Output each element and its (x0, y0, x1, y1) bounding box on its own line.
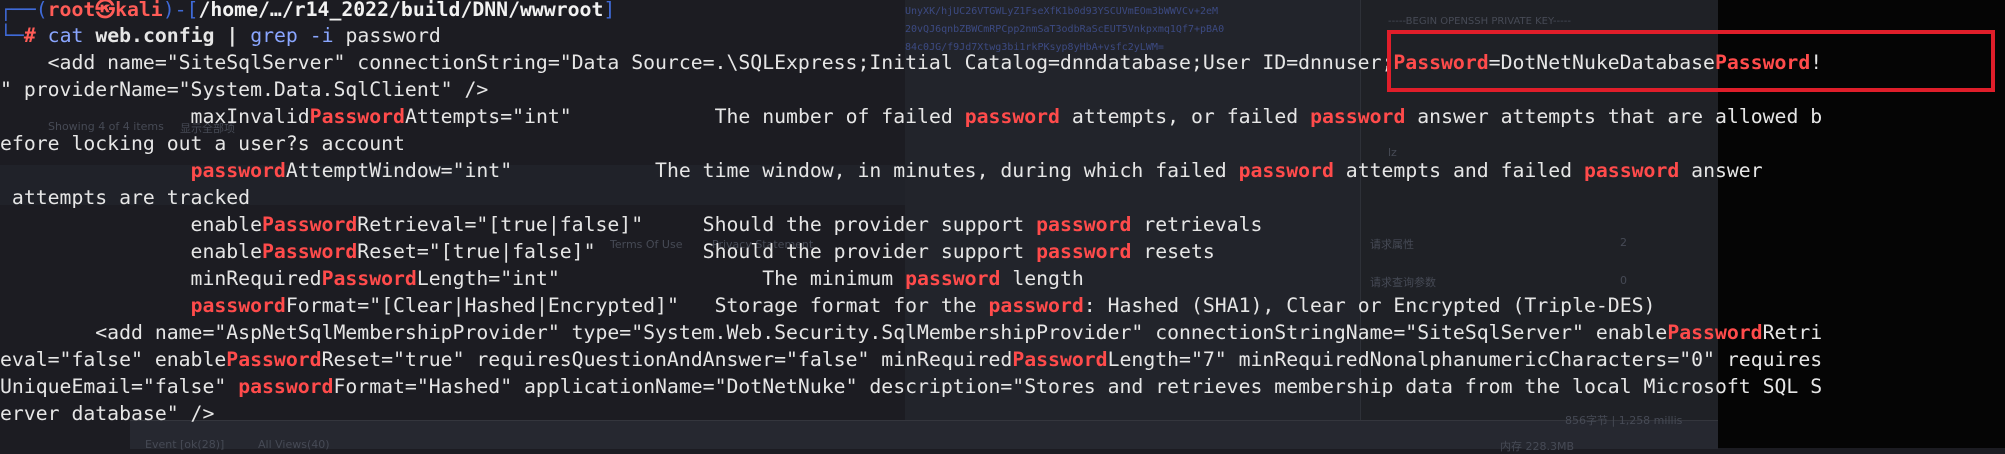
output-line-8: enablePasswordReset="[true|false]" Shoul… (0, 240, 1215, 263)
cmd-cat: cat (47, 24, 84, 47)
output-line-3: maxInvalidPasswordAttempts="int" The num… (0, 105, 1823, 128)
credential-highlight-box (1387, 30, 1995, 92)
prompt-at-icon: ㉿ (95, 0, 116, 21)
prompt-line: ┌──(root㉿kali)-[/home/…/r14_2022/build/D… (0, 0, 616, 21)
prompt-hash: # (23, 24, 36, 47)
command-line: └─# cat web.config | grep -i password (0, 24, 441, 47)
cmd-pipe: | (226, 24, 239, 47)
output-line-14: erver database" /> (0, 402, 215, 425)
prompt-path: /home/…/r14_2022/build/DNN/wwwroot (198, 0, 604, 21)
output-line-6: attempts are tracked (0, 186, 251, 209)
cmd-file: web.config (95, 24, 215, 47)
cmd-flag: -i (309, 24, 334, 47)
output-line-2: " providerName="System.Data.SqlClient" /… (0, 78, 489, 101)
prompt-host: kali (115, 0, 163, 21)
prompt-user: root (47, 0, 96, 21)
output-line-7: enablePasswordRetrieval="[true|false]" S… (0, 213, 1263, 236)
cmd-grep: grep (250, 24, 298, 47)
output-line-11: <add name="AspNetSqlMembershipProvider" … (0, 321, 1823, 344)
output-line-9: minRequiredPasswordLength="int" The mini… (0, 267, 1084, 290)
output-line-5: passwordAttemptWindow="int" The time win… (190, 159, 1763, 182)
output-line-10: passwordFormat="[Clear|Hashed|Encrypted]… (190, 294, 1656, 317)
output-line-4: efore locking out a user?s account (0, 132, 405, 155)
cmd-arg: password (345, 24, 441, 47)
output-line-13: UniqueEmail="false" passwordFormat="Hash… (0, 375, 1823, 398)
output-line-12: eval="false" enablePasswordReset="true" … (0, 348, 1823, 371)
